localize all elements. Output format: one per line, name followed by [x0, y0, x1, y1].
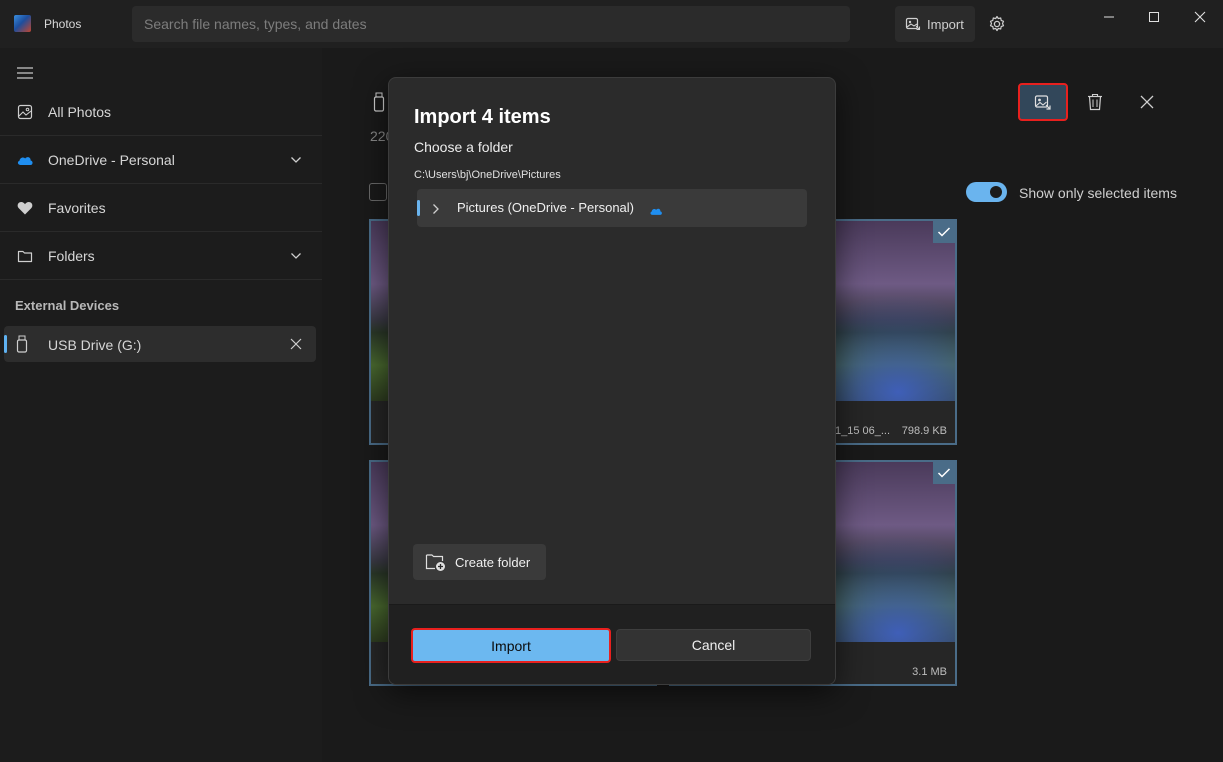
minimize-icon	[1104, 16, 1114, 18]
folder-path: C:\Users\bj\OneDrive\Pictures	[414, 169, 561, 181]
photo-file-name: 1_15 06_...	[835, 425, 891, 437]
folder-icon	[16, 247, 34, 265]
hamburger-icon	[17, 67, 33, 79]
menu-toggle-button[interactable]	[16, 66, 34, 80]
import-confirm-button[interactable]: Import	[411, 628, 611, 663]
title-bar: Photos Import	[0, 0, 1223, 48]
selection-indicator	[4, 335, 7, 353]
close-button[interactable]	[1189, 8, 1211, 26]
checkmark-icon[interactable]	[933, 462, 955, 484]
heart-icon	[16, 199, 34, 217]
import-button-label: Import	[927, 16, 964, 32]
search-input[interactable]	[132, 6, 850, 42]
import-dialog: Import 4 items Choose a folder C:\Users\…	[388, 77, 836, 685]
maximize-icon	[1149, 12, 1159, 22]
settings-button[interactable]	[985, 12, 1009, 36]
sidebar-item-usb-drive[interactable]: USB Drive (G:)	[4, 326, 316, 362]
delete-button[interactable]	[1070, 83, 1120, 121]
dialog-title: Import 4 items	[414, 106, 551, 128]
cloud-icon	[16, 151, 34, 169]
toggle-label: Show only selected items	[1019, 185, 1177, 201]
sidebar-item-label: USB Drive (G:)	[48, 337, 142, 353]
sidebar-item-label: Folders	[48, 248, 95, 264]
folder-tree-item[interactable]: Pictures (OneDrive - Personal)	[417, 189, 807, 227]
toggle-knob	[990, 186, 1002, 198]
sidebar-item-onedrive[interactable]: OneDrive - Personal	[0, 137, 322, 184]
close-icon	[1194, 11, 1206, 23]
sidebar-item-label: All Photos	[48, 104, 112, 120]
cloud-icon	[649, 203, 663, 215]
create-folder-label: Create folder	[455, 554, 531, 570]
import-selected-button[interactable]	[1018, 83, 1068, 121]
checkmark-icon[interactable]	[933, 221, 955, 243]
selection-indicator	[417, 200, 420, 216]
create-folder-button[interactable]: Create folder	[413, 544, 546, 580]
sidebar-item-favorites[interactable]: Favorites	[0, 185, 322, 232]
chevron-down-icon[interactable]	[290, 154, 302, 166]
dialog-subtitle: Choose a folder	[414, 139, 513, 155]
image-icon	[16, 103, 34, 121]
clear-selection-button[interactable]	[1122, 83, 1172, 121]
folder-add-icon	[425, 554, 445, 571]
photos-logo-icon	[14, 15, 31, 32]
search-box[interactable]	[132, 6, 850, 42]
minimize-button[interactable]	[1098, 8, 1120, 26]
usb-drive-icon	[373, 92, 385, 112]
cancel-button[interactable]: Cancel	[616, 629, 811, 661]
image-import-icon	[1034, 95, 1051, 110]
sidebar-item-all-photos[interactable]: All Photos	[0, 89, 322, 136]
chevron-down-icon[interactable]	[290, 250, 302, 262]
folder-label: Pictures (OneDrive - Personal)	[457, 200, 634, 215]
usb-drive-icon	[16, 335, 30, 353]
chevron-right-icon[interactable]	[432, 202, 442, 214]
import-button[interactable]: Import	[895, 6, 975, 42]
sidebar-item-label: Favorites	[48, 200, 106, 216]
eject-close-icon[interactable]	[290, 337, 304, 351]
maximize-button[interactable]	[1143, 8, 1165, 26]
section-header-external-devices: External Devices	[15, 298, 120, 313]
sidebar: All Photos OneDrive - Personal Favorites…	[0, 48, 322, 762]
image-import-icon	[905, 17, 921, 31]
show-selected-toggle[interactable]	[966, 182, 1007, 202]
app-title: Photos	[44, 17, 82, 31]
photo-file-size: 3.1 MB	[912, 666, 947, 678]
select-all-checkbox[interactable]	[369, 183, 387, 201]
trash-icon	[1088, 93, 1102, 111]
dialog-footer: Import Cancel	[389, 604, 835, 684]
sidebar-item-folders[interactable]: Folders	[0, 233, 322, 280]
photo-file-size: 798.9 KB	[901, 425, 947, 437]
gear-icon	[989, 15, 1005, 32]
close-icon	[1140, 95, 1154, 109]
sidebar-item-label: OneDrive - Personal	[48, 152, 175, 168]
